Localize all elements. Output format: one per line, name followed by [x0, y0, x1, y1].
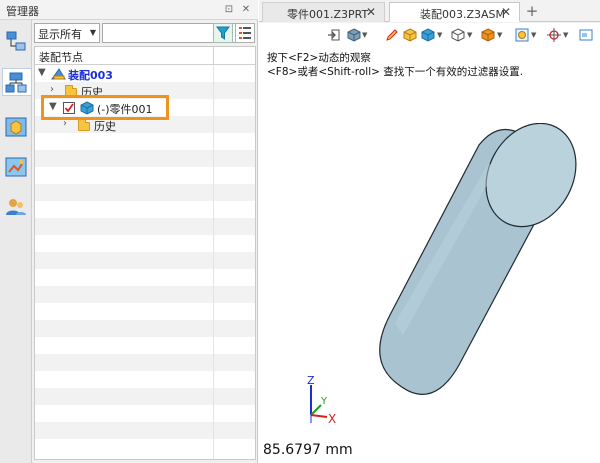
orange-cube-icon[interactable]	[481, 28, 495, 42]
chevron-down-icon[interactable]: ▼	[531, 31, 536, 39]
view-toolbar: ▼ ▼ ▼ ▼ ▼ ▼	[321, 25, 599, 47]
tree-node-assembly[interactable]: ▼ 装配003	[35, 66, 213, 83]
list-settings-icon[interactable]	[235, 23, 255, 43]
exit-icon[interactable]	[327, 28, 341, 42]
chevron-right-icon[interactable]: ›	[50, 84, 54, 95]
pin-icon[interactable]: ⊡	[222, 3, 236, 17]
highlight-box	[41, 95, 169, 120]
column-separator	[213, 47, 214, 65]
shaded-cube-icon[interactable]	[403, 28, 417, 42]
hint-text: 按下<F2>动态的观察 <F8>或者<Shift-roll> 查找下一个有效的过…	[267, 51, 523, 79]
tree-rows: ▼ 装配003 › 历史 ▼ (-)零件001 › 历史	[35, 65, 255, 459]
folder-icon	[78, 119, 90, 131]
hint-line-1: 按下<F2>动态的观察	[267, 52, 371, 64]
manager-side-strip	[0, 20, 32, 463]
3d-viewport[interactable]: ▼ ▼ ▼ ▼ ▼ ▼ 按下<F2>动态的观察 <F8>或者<Shift-rol…	[259, 23, 600, 463]
chevron-down-icon[interactable]: ▼	[38, 67, 46, 78]
tab-part-label: 零件001.Z3PRT	[287, 8, 369, 21]
pencil-icon[interactable]	[385, 28, 399, 42]
axis-x-label: X	[328, 412, 336, 426]
hint-line-2: <F8>或者<Shift-roll> 查找下一个有效的过滤器设置.	[267, 66, 524, 78]
filter-view-icon[interactable]	[515, 28, 529, 42]
close-icon[interactable]: ✕	[239, 3, 253, 17]
tab-part-file[interactable]: 零件001.Z3PRT ✕	[262, 2, 385, 22]
chevron-down-icon[interactable]: ▼	[437, 31, 442, 39]
filter-row: 显示所有 ▼	[34, 22, 257, 44]
document-tab-bar: 零件001.Z3PRT ✕ 装配003.Z3ASM ✕ +	[259, 0, 600, 22]
chevron-down-icon[interactable]: ▼	[362, 31, 367, 39]
cylinder-part[interactable]	[349, 123, 589, 423]
assembly-icon	[51, 68, 66, 80]
tab-assembly-file[interactable]: 装配003.Z3ASM ✕	[389, 2, 520, 22]
assembly-label: 装配003	[68, 69, 113, 82]
chevron-down-icon[interactable]: ▼	[497, 31, 502, 39]
part-view-icon[interactable]	[3, 114, 29, 142]
tree-column-header: 装配节点	[35, 47, 255, 65]
assembly-tree-icon[interactable]	[2, 68, 32, 96]
snap-target-icon[interactable]	[547, 28, 561, 42]
part-tree-icon[interactable]	[3, 28, 29, 56]
close-icon[interactable]: ✕	[366, 5, 376, 19]
axis-triad-icon: Z Y X	[307, 374, 336, 426]
measurement-readout: 85.6797 mm	[263, 442, 353, 458]
new-tab-button[interactable]: +	[523, 2, 541, 20]
blue-cube-icon[interactable]	[421, 28, 435, 42]
manager-panel: 管理器 ⊡ ✕ 显示所有 ▼ 装配节点 ▼ 装配003 › 历史 ▼ (-)零件…	[0, 0, 258, 463]
close-icon[interactable]: ✕	[501, 5, 511, 19]
axis-y-label: Y	[320, 396, 328, 407]
manager-title: 管理器	[6, 5, 39, 18]
display-filter-value: 显示所有	[38, 28, 82, 41]
view-cube-icon[interactable]	[347, 28, 361, 42]
chevron-down-icon[interactable]: ▼	[563, 31, 568, 39]
axis-z-label: Z	[307, 374, 315, 387]
manager-title-bar: 管理器 ⊡ ✕	[0, 0, 258, 20]
display-filter-dropdown[interactable]: 显示所有 ▼	[34, 23, 100, 43]
chevron-down-icon[interactable]: ▼	[467, 31, 472, 39]
drawing-view-icon[interactable]	[3, 154, 29, 182]
user-roles-icon[interactable]	[3, 194, 29, 222]
tab-assembly-label: 装配003.Z3ASM	[420, 8, 506, 21]
filter-icon[interactable]	[213, 23, 233, 43]
part-history-label: 历史	[94, 120, 116, 133]
chevron-down-icon: ▼	[89, 28, 96, 37]
window-view-icon[interactable]	[579, 28, 593, 42]
wireframe-cube-icon[interactable]	[451, 28, 465, 42]
column-header-label: 装配节点	[39, 51, 83, 64]
document-area: 零件001.Z3PRT ✕ 装配003.Z3ASM ✕ + ▼ ▼ ▼ ▼ ▼ …	[259, 0, 600, 463]
